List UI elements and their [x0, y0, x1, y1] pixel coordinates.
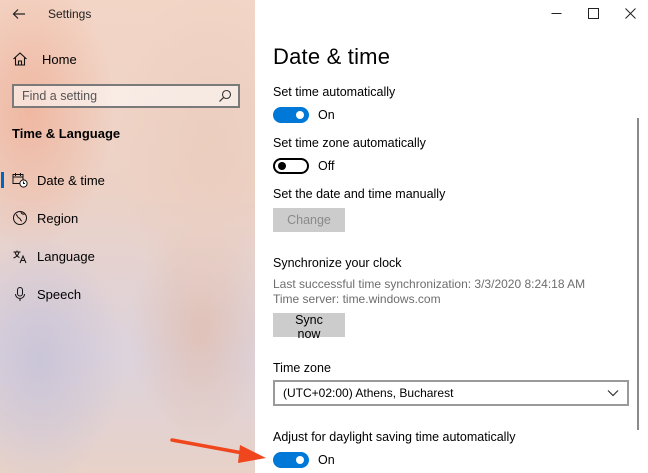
- maximize-icon: [588, 8, 599, 19]
- search-box[interactable]: [12, 84, 240, 108]
- dst-toggle[interactable]: [273, 452, 309, 468]
- set-timezone-auto-label: Set time zone automatically: [273, 136, 426, 150]
- change-button[interactable]: Change: [273, 208, 345, 232]
- app-title: Settings: [48, 7, 92, 21]
- set-time-auto-label: Set time automatically: [273, 85, 396, 99]
- sidebar-item-label: Region: [37, 211, 79, 226]
- sidebar: Settings Home Time & Language Date &: [0, 0, 255, 473]
- red-arrow-icon: [170, 438, 266, 463]
- dst-label: Adjust for daylight saving time automati…: [273, 430, 516, 444]
- main-content: Date & time Set time automatically On Se…: [255, 0, 648, 473]
- microphone-icon: [15, 287, 25, 301]
- search-input[interactable]: [14, 88, 218, 104]
- sidebar-item-label: Language: [37, 249, 95, 264]
- calendar-clock-icon: [12, 173, 28, 188]
- search-icon[interactable]: [218, 89, 232, 103]
- time-server-text: Time server: time.windows.com: [273, 292, 441, 306]
- sidebar-item-home[interactable]: Home: [10, 48, 250, 70]
- language-icon: [13, 250, 27, 264]
- set-time-auto-toggle[interactable]: [273, 107, 309, 123]
- sidebar-item-label: Home: [42, 51, 77, 67]
- last-sync-text: Last successful time synchronization: 3/…: [273, 277, 586, 291]
- timezone-dropdown[interactable]: (UTC+02:00) Athens, Bucharest: [273, 380, 629, 406]
- scrollbar[interactable]: [637, 118, 639, 430]
- close-icon: [625, 8, 636, 19]
- sync-now-button[interactable]: Sync now: [273, 313, 345, 341]
- sync-heading: Synchronize your clock: [273, 256, 402, 270]
- set-time-auto-state: On: [318, 108, 335, 122]
- sidebar-item-language[interactable]: Language: [0, 241, 255, 271]
- timezone-label: Time zone: [273, 361, 331, 375]
- set-timezone-auto-state: Off: [318, 159, 335, 173]
- timezone-value: (UTC+02:00) Athens, Bucharest: [283, 386, 454, 400]
- close-button[interactable]: [615, 4, 645, 24]
- minimize-icon: [551, 13, 562, 14]
- page-title: Date & time: [273, 44, 391, 69]
- set-timezone-auto-toggle[interactable]: [273, 158, 309, 174]
- manual-time-label: Set the date and time manually: [273, 187, 446, 201]
- toggle-knob: [296, 111, 304, 119]
- back-button[interactable]: [8, 4, 30, 24]
- home-icon: [13, 52, 27, 66]
- toggle-knob: [278, 162, 286, 170]
- sidebar-item-speech[interactable]: Speech: [0, 279, 255, 309]
- toggle-knob: [296, 456, 304, 464]
- section-title: Time & Language: [12, 126, 121, 141]
- globe-icon: [13, 211, 27, 225]
- chevron-down-icon: [607, 390, 619, 397]
- sidebar-item-date-time[interactable]: Date & time: [0, 165, 255, 195]
- settings-window: Settings Home Time & Language Date &: [0, 0, 648, 473]
- sidebar-item-label: Speech: [37, 287, 82, 302]
- dst-state: On: [318, 453, 335, 467]
- sidebar-item-label: Date & time: [37, 173, 105, 188]
- maximize-button[interactable]: [578, 4, 608, 24]
- selection-indicator: [1, 172, 4, 188]
- back-arrow-icon: [12, 9, 25, 19]
- sidebar-item-region[interactable]: Region: [0, 203, 255, 233]
- minimize-button[interactable]: [541, 4, 571, 24]
